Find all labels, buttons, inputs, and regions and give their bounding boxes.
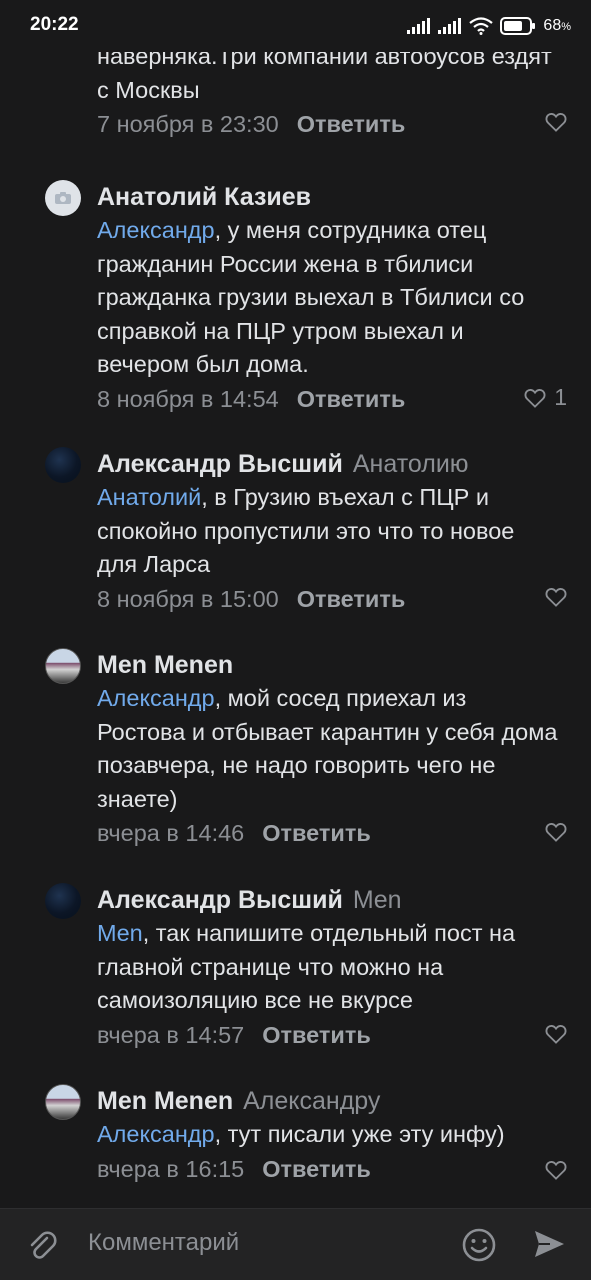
heart-icon (545, 588, 567, 607)
comment-header: Men Menen (97, 648, 561, 682)
like-button[interactable] (545, 822, 567, 842)
like-button[interactable] (545, 1160, 567, 1180)
comment-date: вчера в 14:57 (97, 1021, 245, 1048)
like-button[interactable] (545, 112, 567, 132)
send-icon[interactable] (532, 1227, 566, 1261)
comment-meta: вчера в 14:46 Ответить (97, 816, 561, 850)
comment-composer: Комментарий (0, 1208, 591, 1280)
comment-text: Александр, у меня сотрудника отец гражда… (97, 217, 525, 377)
signal-icon (407, 18, 431, 34)
mention-link[interactable]: Men (97, 920, 143, 946)
reply-button[interactable]: Ответить (262, 820, 371, 846)
battery-level: 68% (543, 17, 571, 34)
comment-header: Анатолий Казиев (97, 180, 561, 214)
wifi-icon (469, 17, 494, 35)
reply-button[interactable]: Ответить (262, 1022, 371, 1048)
reply-to-name[interactable]: Анатолию (353, 450, 469, 478)
heart-icon (545, 1025, 567, 1044)
comment-meta: 8 ноября в 14:54 Ответить (97, 382, 561, 416)
reply-button[interactable]: Ответить (297, 586, 406, 612)
comment-date: 7 ноября в 23:30 (97, 111, 279, 137)
comment-meta: вчера в 14:57 Ответить (97, 1018, 561, 1052)
author-name[interactable]: Александр Высший (97, 450, 343, 478)
comment-text: Александр, мой сосед приехал из Ростова … (97, 685, 558, 812)
status-icons: 68% (407, 14, 571, 38)
heart-icon (524, 388, 546, 408)
author-name[interactable]: Анатолий Казиев (97, 183, 311, 211)
reply-to-name[interactable]: Александру (243, 1087, 380, 1115)
mention-link[interactable]: Анатолий (97, 484, 201, 510)
avatar[interactable] (45, 180, 81, 216)
heart-icon (545, 113, 567, 132)
like-button[interactable] (545, 587, 567, 607)
reply-button[interactable]: Ответить (297, 386, 406, 412)
author-name[interactable]: Men Menen (97, 1087, 233, 1115)
comment-header: Александр Высший Анатолию (97, 447, 561, 481)
reply-to-name[interactable]: Men (353, 886, 402, 914)
comment-header: Александр Высший Men (97, 883, 561, 917)
comment-date: вчера в 14:46 (97, 820, 245, 846)
status-bar: 20:22 68% (0, 0, 591, 52)
comment-date: 8 ноября в 14:54 (97, 385, 279, 412)
avatar[interactable] (45, 1084, 81, 1120)
comment-meta: вчера в 16:15 Ответить (97, 1152, 561, 1186)
heart-icon (545, 1161, 567, 1180)
comment-meta: 8 ноября в 15:00 Ответить (97, 582, 561, 616)
reply-button[interactable]: Ответить (297, 111, 406, 137)
mention-link[interactable]: Александр (97, 685, 215, 711)
comment-input[interactable]: Комментарий (88, 1229, 239, 1257)
comment-date: вчера в 16:15 (97, 1155, 245, 1182)
battery-icon (500, 17, 536, 35)
comment-text: Анатолий, в Грузию въехал с ПЦР и спокой… (97, 484, 515, 577)
paperclip-icon[interactable] (25, 1229, 59, 1263)
comment-text: Александр, тут писали уже эту инфу) (97, 1121, 505, 1147)
comment-date: 8 ноября в 15:00 (97, 585, 279, 612)
reply-button[interactable]: Ответить (262, 1156, 371, 1182)
comments-feed: наверняка.Три компании автобусов ездят с… (0, 0, 591, 1208)
mention-link[interactable]: Александр (97, 1121, 215, 1147)
avatar[interactable] (45, 447, 81, 483)
author-name[interactable]: Александр Высший (97, 886, 343, 914)
like-count: 1 (554, 384, 567, 410)
avatar[interactable] (45, 883, 81, 919)
camera-icon (55, 192, 71, 204)
emoji-icon[interactable] (461, 1227, 497, 1263)
status-time: 20:22 (30, 14, 79, 35)
author-name[interactable]: Men Menen (97, 651, 233, 679)
heart-icon (545, 823, 567, 842)
avatar[interactable] (45, 648, 81, 684)
mention-link[interactable]: Александр (97, 217, 215, 243)
like-button[interactable] (545, 1024, 567, 1044)
like-button[interactable]: 1 (524, 384, 567, 411)
comment-meta: 7 ноября в 23:30 Ответить (97, 107, 561, 141)
comment-header: Men Menen Александру (97, 1084, 561, 1118)
comment-text: Men, так напишите отдельный пост на глав… (97, 920, 516, 1013)
signal-icon (438, 18, 462, 34)
